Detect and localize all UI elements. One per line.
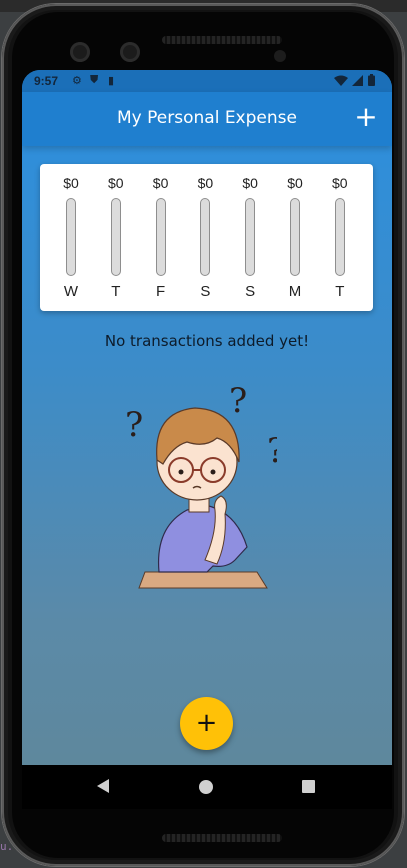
app-title: My Personal Expense — [117, 108, 297, 128]
shield-icon: ⛊ — [90, 74, 99, 86]
empty-state-message: No transactions added yet! — [104, 332, 310, 350]
sd-card-icon: ▮ — [108, 75, 115, 87]
wifi-icon — [334, 75, 348, 86]
chart-column: $0 M — [273, 164, 317, 311]
bar-day-label: W — [63, 283, 79, 300]
bar-day-label: T — [335, 283, 345, 300]
front-camera-icon — [70, 42, 90, 62]
bar-amount-label: $0 — [197, 175, 214, 191]
add-transaction-button[interactable]: + — [352, 102, 380, 134]
bar-track — [200, 198, 211, 276]
earpiece-speaker — [162, 36, 282, 44]
bar-day-label: S — [245, 283, 256, 300]
bar-amount-label: $0 — [63, 175, 79, 191]
bar-amount-label: $0 — [242, 175, 258, 191]
app-bar: My Personal Expense + — [22, 92, 392, 146]
bar-amount-label: $0 — [108, 175, 124, 191]
bar-track — [110, 198, 121, 276]
svg-text:?: ? — [125, 405, 143, 445]
bar-day-label: F — [156, 283, 166, 300]
status-bar: 9:57 ⚙ ⛊ ▮ — [22, 70, 392, 92]
weekly-spending-chart: $0 W $0 T $0 F $0 S $0 S $0 M $0 T — [40, 164, 373, 311]
bar-amount-label: $0 — [152, 175, 169, 191]
add-transaction-fab[interactable]: + — [180, 697, 233, 750]
bar-amount-label: $0 — [332, 175, 348, 191]
nav-back-icon[interactable] — [97, 779, 109, 793]
bar-track — [66, 198, 76, 276]
signal-icon — [352, 75, 363, 86]
bar-day-label: S — [200, 283, 211, 300]
bar-amount-label: $0 — [287, 175, 303, 191]
bottom-speaker — [162, 834, 282, 842]
chart-column: $0 F — [139, 164, 183, 311]
svg-text:?: ? — [267, 431, 277, 471]
confused-person-illustration: ? ? ? — [125, 382, 277, 589]
nav-home-icon[interactable] — [199, 780, 213, 794]
battery-icon — [368, 74, 375, 86]
svg-text:?: ? — [229, 382, 247, 421]
bar-track — [334, 198, 345, 276]
proximity-sensor — [274, 50, 286, 62]
front-camera-icon — [120, 42, 140, 62]
bar-day-label: T — [111, 283, 121, 300]
bar-day-label: M — [288, 283, 302, 300]
system-nav-bar — [22, 765, 392, 809]
settings-icon: ⚙ — [72, 75, 82, 87]
nav-recents-icon[interactable] — [302, 780, 315, 793]
bar-track — [290, 198, 300, 276]
chart-column: $0 S — [228, 164, 272, 311]
bar-track — [155, 198, 166, 276]
chart-column: $0 T — [94, 164, 138, 311]
status-time: 9:57 — [34, 74, 59, 88]
chart-column: $0 S — [183, 164, 227, 311]
app-screen: 9:57 ⚙ ⛊ ▮ My Personal Expense + $0 W $0 T $… — [22, 70, 392, 807]
chart-column: $0 T — [318, 164, 362, 311]
bar-track — [245, 198, 256, 276]
chart-column: $0 W — [49, 164, 93, 311]
